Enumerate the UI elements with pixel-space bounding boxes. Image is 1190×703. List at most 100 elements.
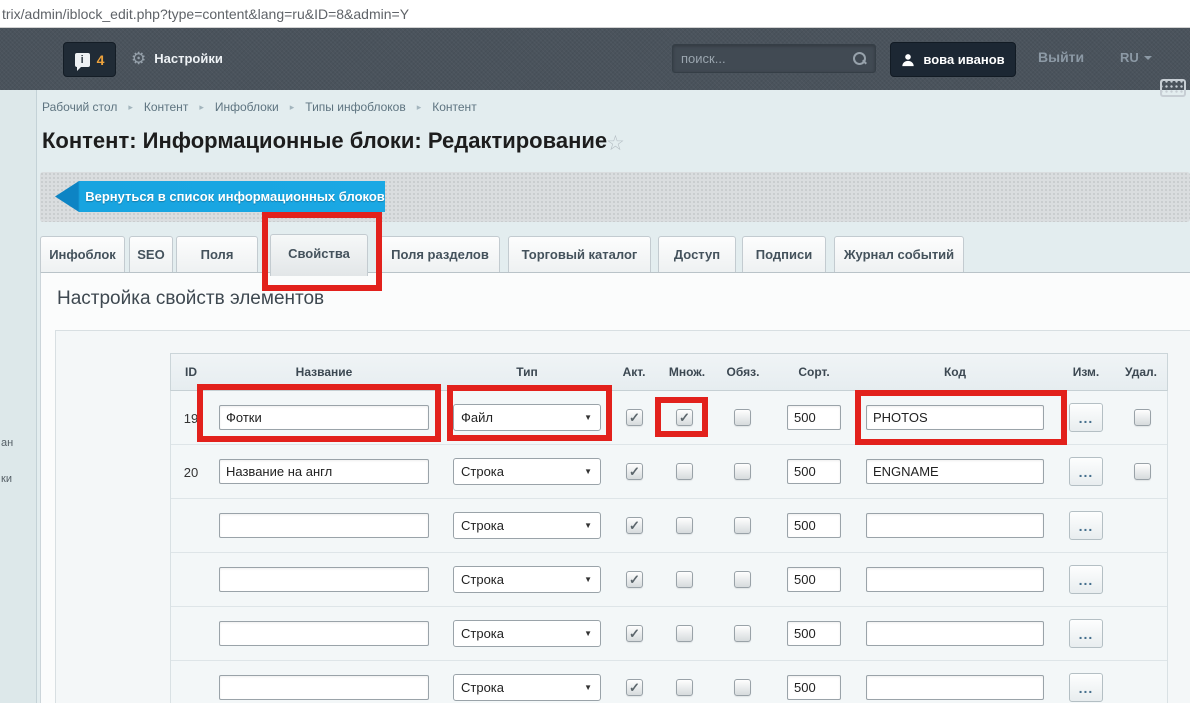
property-name-input[interactable] (219, 405, 429, 430)
multiple-checkbox[interactable] (676, 409, 693, 426)
tab-5[interactable]: Торговый каталог (508, 236, 651, 273)
property-type-select[interactable]: Строка ▼ (453, 512, 601, 539)
table-row: Строка ▼ ... (171, 607, 1167, 661)
property-code-input[interactable] (866, 567, 1044, 592)
tab-8[interactable]: Журнал событий (834, 236, 964, 273)
required-checkbox[interactable] (734, 571, 751, 588)
sort-input[interactable] (787, 567, 841, 592)
delete-checkbox[interactable] (1134, 409, 1151, 426)
sort-input[interactable] (787, 513, 841, 538)
tab-6[interactable]: Доступ (658, 236, 736, 273)
breadcrumb-link[interactable]: Рабочий стол (42, 100, 117, 114)
multiple-checkbox[interactable] (676, 517, 693, 534)
tab-0[interactable]: Инфоблок (40, 236, 125, 273)
settings-label: Настройки (154, 51, 223, 66)
column-header: Название (219, 354, 429, 390)
tab-1[interactable]: SEO (129, 236, 173, 273)
section-title: Настройка свойств элементов (57, 288, 324, 310)
multiple-checkbox[interactable] (676, 625, 693, 642)
menu-item-fragment: ан (1, 437, 13, 449)
active-checkbox[interactable] (626, 463, 643, 480)
table-row: Строка ▼ ... (171, 553, 1167, 607)
search-input[interactable] (681, 49, 841, 68)
admin-top-navbar: i 4 ⚙ Настройки вова иванов Выйти RU (0, 28, 1190, 90)
property-name-input[interactable] (219, 567, 429, 592)
settings-menu-button[interactable]: ⚙ Настройки (131, 50, 223, 67)
address-bar-input[interactable] (2, 3, 1182, 25)
more-settings-button[interactable]: ... (1069, 403, 1103, 432)
breadcrumb-link[interactable]: Инфоблоки (215, 100, 279, 114)
more-settings-button[interactable]: ... (1069, 457, 1103, 486)
breadcrumb-link[interactable]: Контент (144, 100, 188, 114)
column-header: Изм. (1064, 354, 1108, 390)
active-checkbox[interactable] (626, 625, 643, 642)
select-arrow-icon: ▼ (584, 521, 592, 530)
sort-input[interactable] (787, 459, 841, 484)
info-bubble-icon: i (75, 53, 90, 67)
breadcrumb-link[interactable]: Типы инфоблоков (305, 100, 405, 114)
tab-7[interactable]: Подписи (742, 236, 826, 273)
required-checkbox[interactable] (734, 679, 751, 696)
search-icon[interactable] (853, 52, 867, 66)
delete-checkbox[interactable] (1134, 463, 1151, 480)
column-header: Тип (453, 354, 601, 390)
tab-4[interactable]: Поля разделов (380, 236, 500, 273)
property-type-select[interactable]: Файл ▼ (453, 404, 601, 431)
multiple-checkbox[interactable] (676, 679, 693, 696)
property-code-input[interactable] (866, 405, 1044, 430)
property-type-select[interactable]: Строка ▼ (453, 458, 601, 485)
tab-properties-active[interactable]: Свойства (270, 234, 368, 276)
select-arrow-icon: ▼ (584, 467, 592, 476)
table-row: 20 Строка ▼ ... (171, 445, 1167, 499)
more-settings-button[interactable]: ... (1069, 619, 1103, 648)
property-name-input[interactable] (219, 459, 429, 484)
back-to-list-button[interactable]: Вернуться в список информационных блоков (55, 181, 385, 212)
keyboard-icon[interactable] (1160, 79, 1186, 97)
property-code-input[interactable] (866, 459, 1044, 484)
property-name-input[interactable] (219, 513, 429, 538)
property-code-input[interactable] (866, 513, 1044, 538)
multiple-checkbox[interactable] (676, 571, 693, 588)
property-code-input[interactable] (866, 621, 1044, 646)
user-name: вова иванов (923, 52, 1004, 67)
breadcrumb-link[interactable]: Контент (432, 100, 476, 114)
user-profile-button[interactable]: вова иванов (890, 42, 1016, 77)
sort-input[interactable] (787, 405, 841, 430)
multiple-checkbox[interactable] (676, 463, 693, 480)
notifications-counter-button[interactable]: i 4 (63, 42, 116, 77)
tab-2[interactable]: Поля (176, 236, 258, 273)
selected-type-value: Строка (461, 518, 504, 533)
more-settings-button[interactable]: ... (1069, 565, 1103, 594)
row-id: 20 (171, 465, 211, 480)
property-type-select[interactable]: Строка ▼ (453, 620, 601, 647)
user-icon (901, 53, 915, 67)
required-checkbox[interactable] (734, 517, 751, 534)
language-switcher[interactable]: RU (1120, 50, 1152, 65)
sort-input[interactable] (787, 675, 841, 700)
required-checkbox[interactable] (734, 463, 751, 480)
property-name-input[interactable] (219, 675, 429, 700)
more-settings-button[interactable]: ... (1069, 673, 1103, 702)
chevron-down-icon (1144, 56, 1152, 64)
logout-link[interactable]: Выйти (1038, 49, 1084, 65)
breadcrumb-separator-icon: ▸ (199, 102, 204, 113)
property-code-input[interactable] (866, 675, 1044, 700)
required-checkbox[interactable] (734, 409, 751, 426)
selected-type-value: Строка (461, 626, 504, 641)
language-label: RU (1120, 50, 1139, 65)
column-header: ID (171, 354, 211, 390)
required-checkbox[interactable] (734, 625, 751, 642)
active-checkbox[interactable] (626, 409, 643, 426)
property-type-select[interactable]: Строка ▼ (453, 674, 601, 701)
select-arrow-icon: ▼ (584, 575, 592, 584)
selected-type-value: Файл (461, 410, 493, 425)
more-settings-button[interactable]: ... (1069, 511, 1103, 540)
sort-input[interactable] (787, 621, 841, 646)
property-type-select[interactable]: Строка ▼ (453, 566, 601, 593)
active-checkbox[interactable] (626, 571, 643, 588)
property-name-input[interactable] (219, 621, 429, 646)
active-checkbox[interactable] (626, 517, 643, 534)
column-header: Сорт. (787, 354, 841, 390)
favorite-star-icon[interactable]: ☆ (606, 131, 625, 156)
active-checkbox[interactable] (626, 679, 643, 696)
